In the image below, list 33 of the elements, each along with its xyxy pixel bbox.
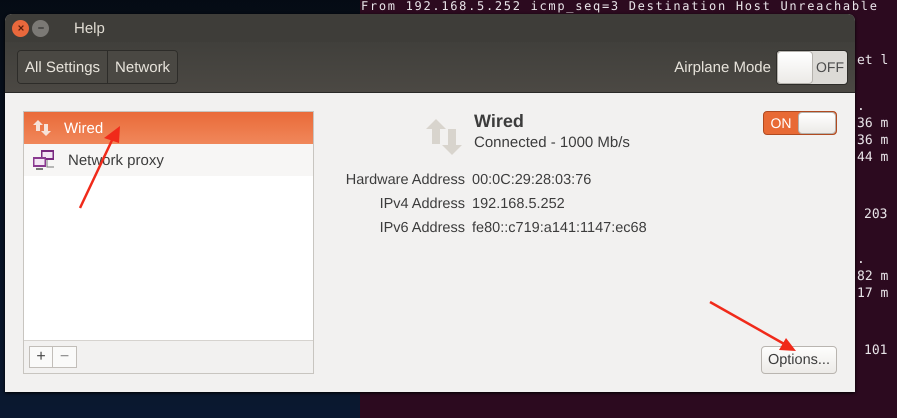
detail-label: Hardware Address bbox=[344, 172, 465, 188]
terminal-text: . bbox=[857, 251, 866, 268]
terminal-text: 44 m bbox=[857, 149, 888, 166]
detail-label: IPv6 Address bbox=[378, 220, 465, 236]
minimize-button[interactable] bbox=[32, 20, 49, 36]
computers-icon bbox=[32, 149, 56, 171]
terminal-text: 17 m bbox=[857, 285, 888, 302]
up-down-arrows-icon bbox=[424, 117, 464, 157]
close-button[interactable] bbox=[12, 20, 29, 36]
terminal-text: et l bbox=[857, 52, 888, 69]
close-icon bbox=[16, 24, 24, 32]
options-button[interactable]: Options... bbox=[760, 346, 837, 374]
device-name: Wired bbox=[64, 120, 104, 136]
detail-label: IPv4 Address bbox=[378, 196, 465, 212]
window-title: Help bbox=[74, 20, 105, 36]
connection-status: Connected - 1000 Mb/s bbox=[474, 134, 631, 151]
detail-value: 192.168.5.252 bbox=[472, 196, 566, 212]
detail-value: fe80::c719:a141:1147:ec68 bbox=[472, 220, 647, 236]
airplane-mode-switch[interactable]: OFF bbox=[776, 50, 848, 84]
terminal-text: 203 bbox=[864, 206, 888, 223]
breadcrumb-button[interactable]: Network bbox=[108, 51, 178, 83]
connection-name: Wired bbox=[474, 111, 525, 132]
up-down-arrows-icon bbox=[32, 118, 52, 138]
breadcrumb-button[interactable]: All Settings bbox=[18, 51, 108, 83]
terminal-text: 101 bbox=[864, 342, 888, 359]
list-button[interactable]: + bbox=[29, 346, 53, 368]
terminal-text: 36 m bbox=[857, 115, 888, 132]
terminal-text: 82 m bbox=[857, 268, 888, 285]
detail-value: 00:0C:29:28:03:76 bbox=[472, 172, 592, 188]
terminal-text: From 192.168.5.252 icmp_seq=3 Destination Host Unreachable bbox=[361, 0, 879, 13]
terminal-text: 36 m bbox=[857, 132, 888, 149]
terminal-text: . bbox=[857, 98, 866, 115]
airplane-mode-label: Airplane Mode bbox=[674, 58, 771, 76]
